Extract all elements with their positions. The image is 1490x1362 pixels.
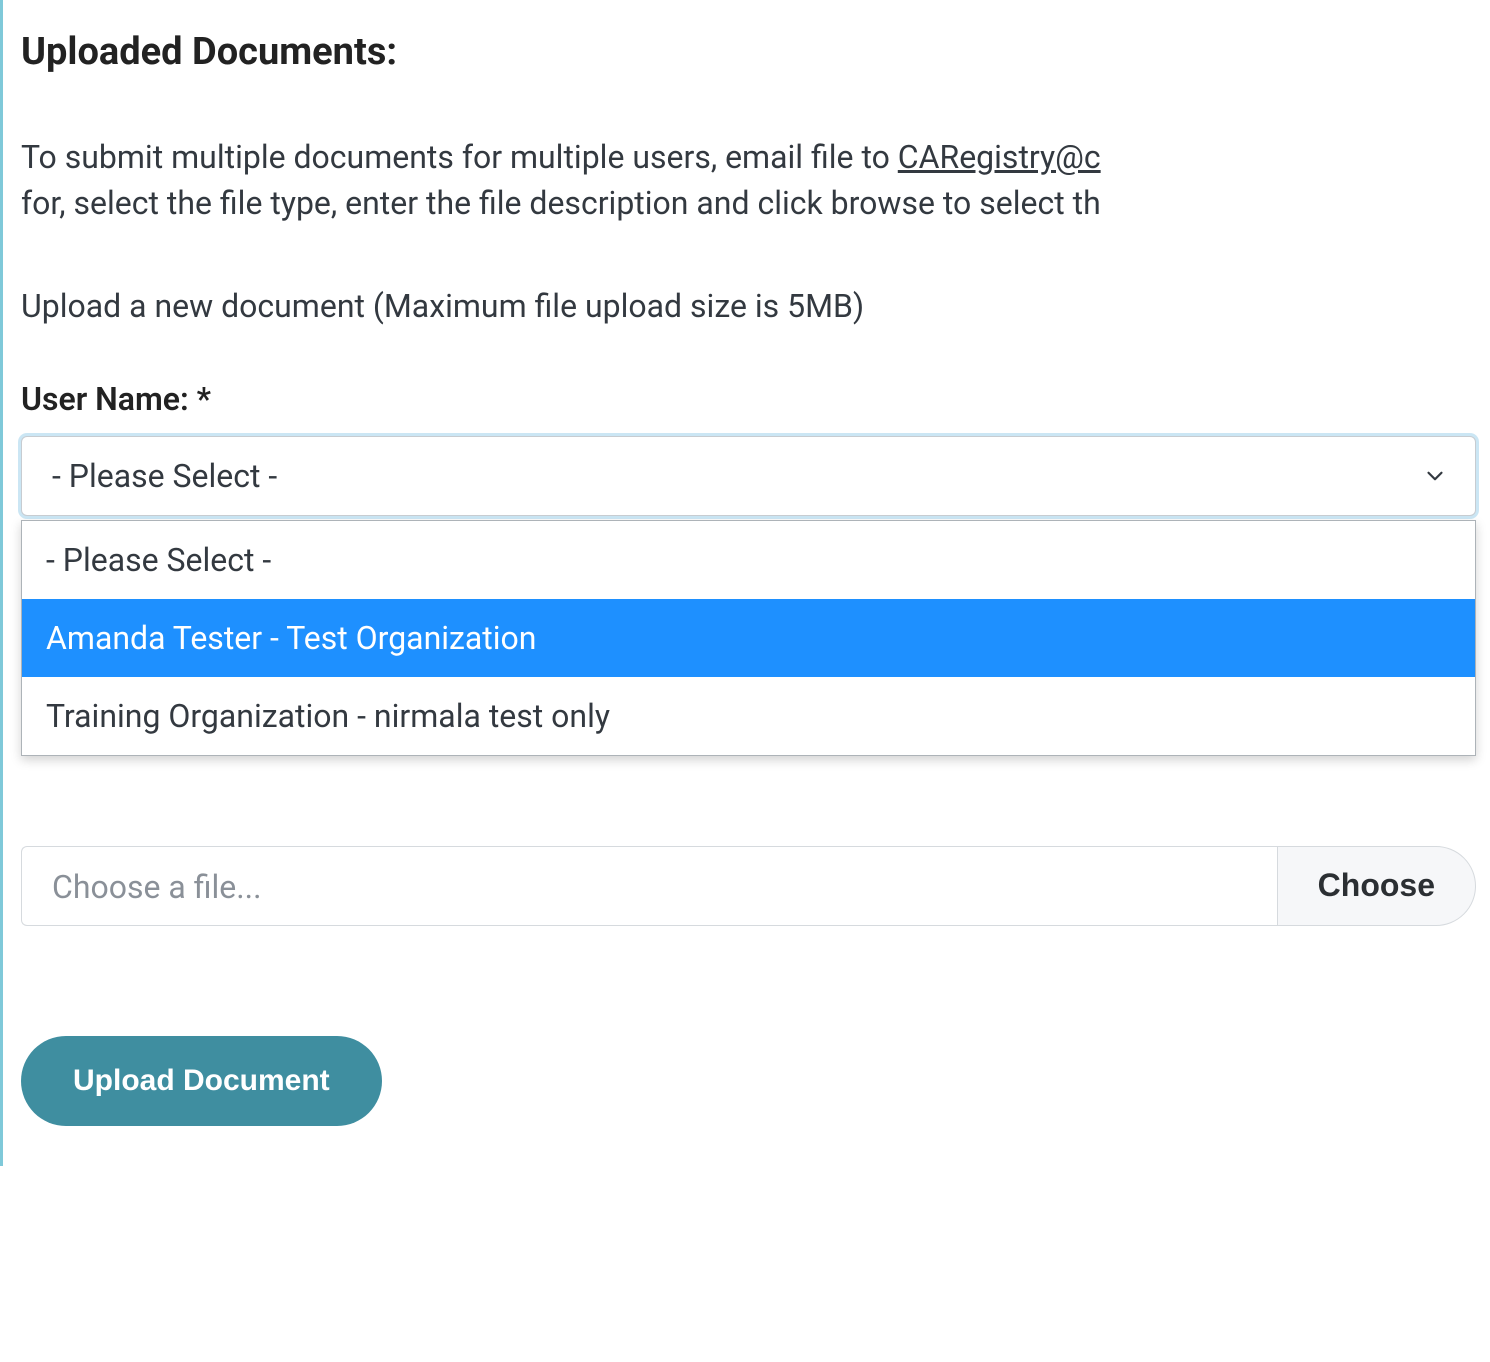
user-name-select[interactable]: - Please Select - — [21, 436, 1476, 516]
user-name-option[interactable]: - Please Select - — [22, 521, 1475, 599]
file-input[interactable]: Choose a file... — [21, 846, 1277, 926]
instructions-text: To submit multiple documents for multipl… — [21, 134, 1490, 227]
user-name-dropdown-list: - Please Select -Amanda Tester - Test Or… — [21, 520, 1476, 756]
instructions-line1-prefix: To submit multiple documents for multipl… — [21, 138, 898, 176]
user-name-option[interactable]: Training Organization - nirmala test onl… — [22, 677, 1475, 755]
user-name-select-value: - Please Select - — [52, 457, 277, 495]
uploaded-documents-heading: Uploaded Documents: — [21, 30, 1490, 74]
user-name-option[interactable]: Amanda Tester - Test Organization — [22, 599, 1475, 677]
user-name-select-wrapper: - Please Select - — [21, 436, 1476, 516]
upload-document-button[interactable]: Upload Document — [21, 1036, 382, 1126]
choose-button[interactable]: Choose — [1277, 846, 1476, 926]
user-name-label: User Name: * — [21, 380, 1490, 418]
file-chooser-row: Choose a file... Choose — [21, 846, 1476, 926]
instructions-line2: for, select the file type, enter the fil… — [21, 184, 1101, 222]
upload-subheading: Upload a new document (Maximum file uplo… — [21, 287, 1490, 325]
registry-email-link[interactable]: CARegistry@c — [898, 138, 1101, 176]
